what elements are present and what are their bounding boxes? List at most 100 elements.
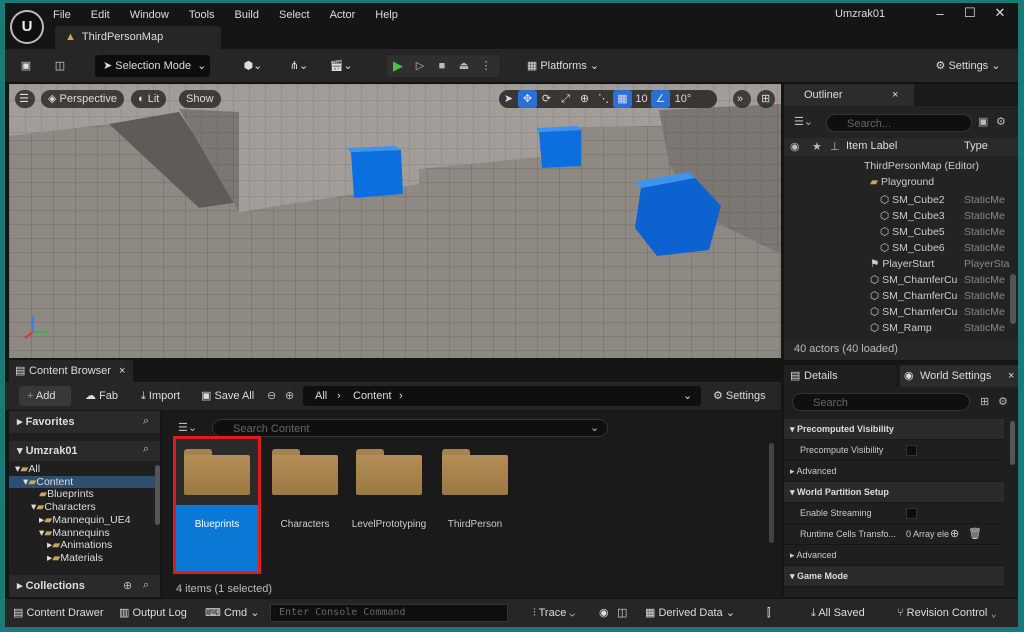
column-type[interactable]: Type [964,140,988,152]
surface-snap-icon[interactable]: ⋱ [594,90,613,108]
filter-icon[interactable]: ☰⌄ [178,421,197,434]
path-breadcrumb[interactable]: All › Content › ⌄ [303,386,701,406]
outliner-scrollbar[interactable] [1010,274,1016,324]
outliner-row[interactable]: ⬡ SM_ChamferCu StaticMe [784,304,1018,320]
enable-streaming-checkbox[interactable] [906,508,917,519]
console-command-input[interactable]: Enter Console Command [270,604,508,622]
outliner-row[interactable]: ⬡ SM_ChamferCu StaticMe [784,288,1018,304]
outliner-row[interactable]: ⬡ SM_Ramp StaticMe [784,320,1018,336]
chevron-down-icon[interactable]: ⌄ [590,421,599,434]
menu-help[interactable]: Help [375,9,398,21]
close-tab-icon[interactable]: × [892,84,898,106]
perspective-button[interactable]: ◈ Perspective [41,90,124,108]
platforms-button[interactable]: ▦ Platforms ⌄ [521,55,605,77]
tree-item[interactable]: ▾▰Content [9,475,155,489]
viewport-menu-icon[interactable]: ☰ [15,90,35,108]
details-tab[interactable]: ▤ Details [784,365,896,387]
content-browser-tab[interactable]: ▤ Content Browser × [9,360,133,382]
filter-icon[interactable]: ☰⌄ [794,115,813,128]
record-icon[interactable]: ◉ [599,599,609,627]
cmd-dropdown[interactable]: ⌨︎ Cmd ⌄ [205,599,259,627]
world-icon[interactable]: ⊕ [575,90,594,108]
cb-settings-button[interactable]: ⚙ Settings [713,386,766,406]
precompute-visibility-checkbox[interactable] [906,445,917,456]
outliner-row[interactable]: ⬡ SM_Cube3 StaticMe [784,208,1018,224]
outliner-row[interactable]: ⬡ SM_ChamferCu StaticMe [784,272,1018,288]
save-icon[interactable]: ▣ [17,55,35,77]
outliner-row[interactable]: ▰ Playground [784,174,1018,190]
favorite-icon[interactable]: ★ [812,140,822,153]
subsection-advanced[interactable]: ▸ Advanced [784,461,1004,482]
outliner-row[interactable]: ⬡ SM_Cube2 StaticMe [784,192,1018,208]
grid-view-icon[interactable]: ⊞ [980,395,989,408]
close-icon[interactable]: ✕ [985,5,1015,21]
section-world-partition-setup[interactable]: ▾ World Partition Setup [784,482,1004,503]
lit-button[interactable]: ◐ Lit [131,90,167,108]
level-viewport[interactable]: ☰ ◈ Perspective ◐ Lit Show ➤ ✥ ⟳ ⤢ ⊕ ⋱ ▦… [9,84,781,358]
grid-snap-icon[interactable]: ▦ [613,90,632,108]
tree-item[interactable]: ▸▰Mannequin_UE4 [9,514,155,527]
eject-icon[interactable]: ⏏ [453,55,475,77]
revision-control-button[interactable]: ⑂ Revision Control ⌄ [897,599,997,627]
tree-item[interactable]: ▰Blueprints [9,488,155,501]
search-icon[interactable]: ⌕ [143,443,149,456]
tree-item[interactable]: ▾▰Characters [9,501,155,514]
tree-item[interactable]: ▾▰Mannequins [9,527,155,540]
tree-item[interactable]: ▸▰Animations [9,539,155,552]
scale-tool-icon[interactable]: ⤢ [556,90,575,108]
rotation-snap-value[interactable]: 10° [670,90,696,108]
project-header[interactable]: ▾ Umzrak01 [9,441,160,461]
unreal-logo-icon[interactable]: U [10,10,44,44]
trash-icon[interactable]: 🗑︎ [968,524,982,545]
pin-icon[interactable]: ⊥ [830,140,840,153]
gear-icon[interactable]: ⚙ [998,395,1008,408]
close-tab-icon[interactable]: × [119,360,125,382]
move-tool-icon[interactable]: ✥ [518,90,537,108]
expand-icon[interactable]: » [733,90,751,108]
details-search-input[interactable]: Search [792,393,970,411]
rotate-tool-icon[interactable]: ⟳ [537,90,556,108]
fab-button[interactable]: ☁ Fab [85,386,118,406]
cinematics-icon[interactable]: 🎬︎⌄ [327,55,355,77]
column-item-label[interactable]: Item Label [846,140,897,152]
section-game-mode[interactable]: ▾ Game Mode [784,566,1004,587]
outliner-row[interactable]: ThirdPersonMap (Editor) [784,158,1018,174]
search-icon[interactable]: ⌕ [143,415,149,428]
folder-tile-thirdperson[interactable]: ThirdPerson [434,439,516,561]
visibility-icon[interactable]: ◉ [790,140,800,153]
screenshot-icon[interactable]: ◫ [617,599,627,627]
folder-tile-levelprototyping[interactable]: LevelPrototyping [348,439,430,561]
selection-mode-dropdown[interactable]: ➤ Selection Mode ⌄ [95,55,210,77]
rotation-snap-icon[interactable]: ∠ [651,90,670,108]
search-icon[interactable]: ⌕ [143,579,149,592]
menu-file[interactable]: File [53,9,71,21]
layout-icon[interactable]: ⊞ [757,90,775,108]
add-collection-icon[interactable]: ⊕ [123,579,132,592]
new-folder-icon[interactable]: ▣ [978,115,988,128]
save-all-button[interactable]: ▣ Save All [201,386,254,406]
asset-scrollbar[interactable] [769,443,774,543]
outliner-search-input[interactable]: Search... [826,114,972,132]
menu-actor[interactable]: Actor [330,9,356,21]
tree-item[interactable]: ▾▰All [9,463,155,476]
breadcrumb-all[interactable]: All [315,386,327,406]
forward-icon[interactable]: ⊕ [285,386,294,406]
tree-item[interactable]: ▸▰Materials [9,552,155,565]
trace-button[interactable]: ⫶ Trace ⌄ [533,599,575,627]
collections-header[interactable]: ▸ Collections [9,575,160,597]
browse-level-icon[interactable]: ◫ [49,55,71,77]
gear-icon[interactable]: ⚙ [996,115,1006,128]
menu-select[interactable]: Select [279,9,310,21]
section-precomputed-visibility[interactable]: ▾ Precomputed Visibility [784,419,1004,440]
details-scrollbar[interactable] [1010,421,1015,465]
stop-icon[interactable]: ■ [431,55,453,77]
minimize-icon[interactable]: – [925,6,955,21]
more-icon[interactable]: ⋮ [475,55,497,77]
play-icon[interactable]: ▶ [387,55,409,77]
folder-tile-blueprints[interactable]: Blueprints [176,439,258,571]
blueprint-icon[interactable]: ⋔⌄ [285,55,313,77]
output-log-button[interactable]: ▥ Output Log [119,599,187,627]
menu-build[interactable]: Build [235,9,259,21]
show-button[interactable]: Show [179,90,221,108]
outliner-tab[interactable]: Outliner × [784,84,914,106]
